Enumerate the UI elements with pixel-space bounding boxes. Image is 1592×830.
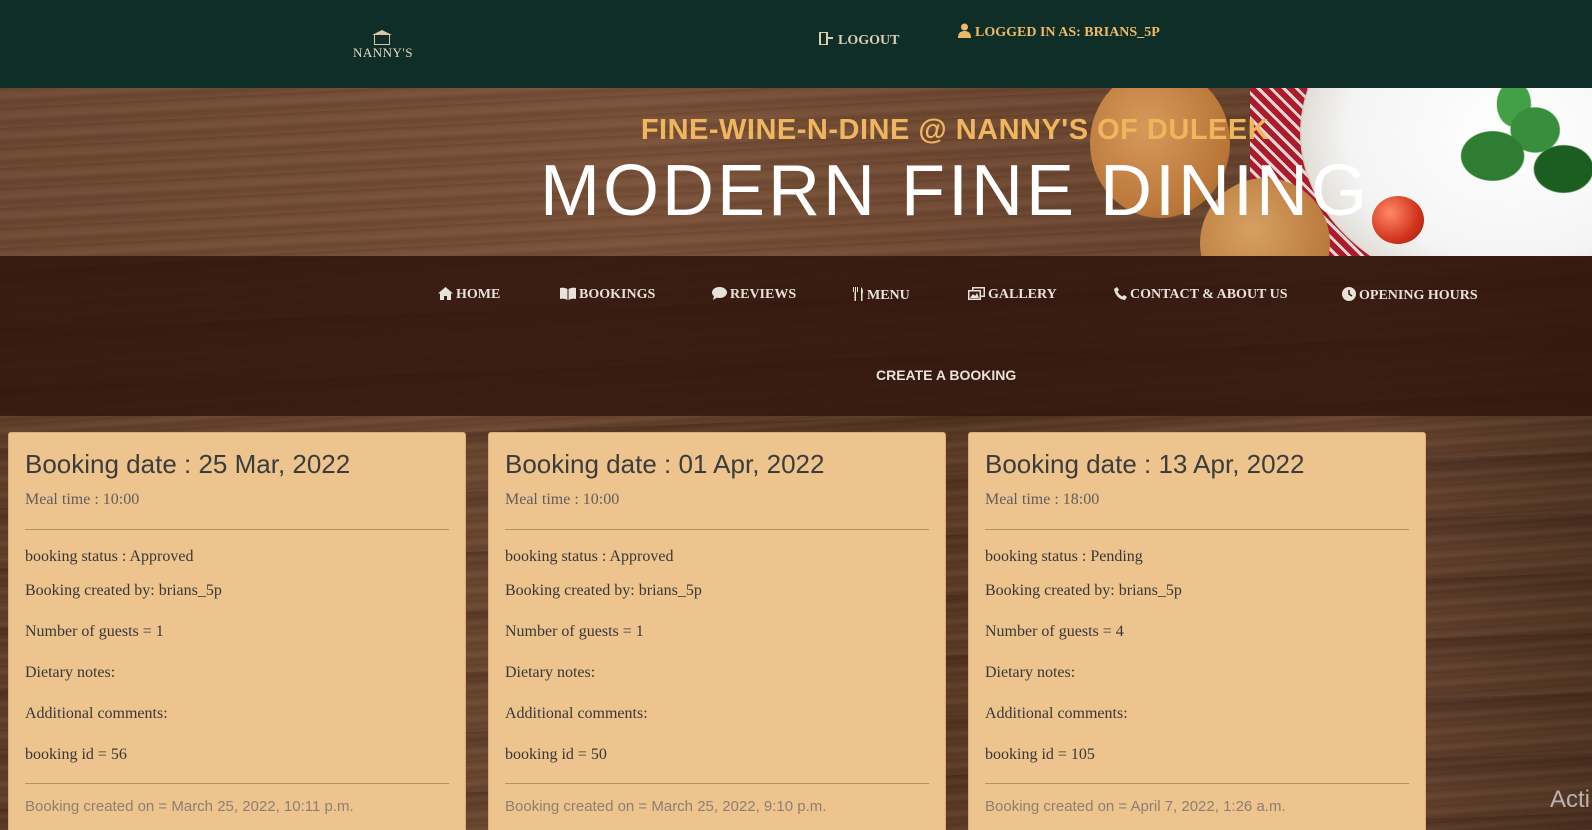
booking-id: booking id = 105 — [985, 746, 1095, 763]
booking-created-on: Booking created on = March 25, 2022, 10:… — [25, 798, 354, 815]
hero-title: MODERN FINE DINING — [540, 151, 1371, 231]
nav-item-opening-hours[interactable]: OPENING HOURS — [1342, 287, 1478, 306]
booking-date: Booking date : 25 Mar, 2022 — [25, 449, 351, 479]
logout-link[interactable]: LOGOUT — [818, 31, 899, 51]
logout-label: LOGOUT — [838, 33, 900, 48]
booking-id: booking id = 56 — [25, 746, 127, 763]
nav-item-reviews[interactable]: REVIEWS — [712, 287, 796, 305]
logged-in-user: LOGGED IN AS: BRIANS_5P — [958, 23, 1160, 43]
booking-status: booking status : Pending — [985, 548, 1143, 565]
clock-icon — [1342, 287, 1356, 306]
guest-count: Number of guests = 4 — [985, 623, 1124, 640]
divider — [985, 783, 1409, 784]
meal-time: Meal time : 18:00 — [985, 491, 1100, 508]
booking-created-by: Booking created by: brians_5p — [985, 582, 1182, 599]
door-icon — [818, 31, 834, 51]
booking-id: booking id = 50 — [505, 746, 607, 763]
booking-created-on: Booking created on = April 7, 2022, 1:26… — [985, 798, 1286, 815]
guest-count: Number of guests = 1 — [505, 623, 644, 640]
create-booking-link[interactable]: CREATE A BOOKING — [876, 367, 1036, 383]
nav-label: BOOKINGS — [579, 287, 656, 302]
booking-card: Booking date : 13 Apr, 2022 Meal time : … — [968, 432, 1426, 830]
booking-date: Booking date : 13 Apr, 2022 — [985, 449, 1305, 479]
cutlery-icon — [852, 287, 864, 306]
salad-leaves-image — [1450, 88, 1592, 208]
activate-windows-watermark: Acti — [1550, 786, 1591, 813]
nav-label: CONTACT & ABOUT US — [1130, 287, 1288, 302]
nav-item-home[interactable]: HOME — [438, 287, 500, 305]
nav-label: REVIEWS — [730, 287, 797, 302]
booking-status: booking status : Approved — [25, 548, 194, 565]
nav-label: GALLERY — [988, 287, 1057, 302]
user-icon — [958, 23, 971, 43]
additional-comments: Additional comments: — [985, 705, 1128, 722]
site-logo[interactable]: NANNY'S — [352, 30, 414, 62]
hero-banner: FINE-WINE-N-DINE @ NANNY'S OF DULEEK MOD… — [0, 88, 1592, 256]
nav-item-menu[interactable]: MENU — [852, 287, 910, 306]
tomato-image — [1372, 196, 1424, 244]
main-nav: HOME BOOKINGS REVIEWS MENU GALLERY CONTA… — [0, 256, 1592, 416]
book-icon — [560, 287, 576, 305]
booking-created-on: Booking created on = March 25, 2022, 9:1… — [505, 798, 827, 815]
divider — [25, 783, 449, 784]
dietary-notes: Dietary notes: — [505, 664, 596, 681]
nav-label: MENU — [867, 288, 910, 303]
divider — [25, 529, 449, 530]
comment-icon — [712, 287, 727, 305]
dietary-notes: Dietary notes: — [25, 664, 116, 681]
logged-in-label: LOGGED IN AS: BRIANS_5P — [975, 25, 1160, 40]
top-bar: NANNY'S LOGOUT LOGGED IN AS: BRIANS_5P — [0, 0, 1592, 88]
images-icon — [968, 287, 985, 305]
guest-count: Number of guests = 1 — [25, 623, 164, 640]
hero-subtitle: FINE-WINE-N-DINE @ NANNY'S OF DULEEK — [640, 114, 1270, 146]
divider — [505, 783, 929, 784]
additional-comments: Additional comments: — [25, 705, 168, 722]
divider — [505, 529, 929, 530]
booking-created-by: Booking created by: brians_5p — [505, 582, 702, 599]
booking-created-by: Booking created by: brians_5p — [25, 582, 222, 599]
divider — [985, 529, 1409, 530]
additional-comments: Additional comments: — [505, 705, 648, 722]
nav-item-contact[interactable]: CONTACT & ABOUT US — [1114, 287, 1288, 305]
dietary-notes: Dietary notes: — [985, 664, 1076, 681]
booking-date: Booking date : 01 Apr, 2022 — [505, 449, 825, 479]
home-icon — [438, 287, 453, 305]
booking-card: Booking date : 01 Apr, 2022 Meal time : … — [488, 432, 946, 830]
meal-time: Meal time : 10:00 — [505, 491, 620, 508]
nav-item-gallery[interactable]: GALLERY — [968, 287, 1057, 305]
phone-icon — [1114, 287, 1127, 305]
meal-time: Meal time : 10:00 — [25, 491, 140, 508]
booking-card: Booking date : 25 Mar, 2022 Meal time : … — [8, 432, 466, 830]
nav-label: HOME — [456, 287, 501, 302]
logo-text: NANNY'S — [352, 45, 413, 60]
nav-label: OPENING HOURS — [1359, 288, 1478, 303]
booking-status: booking status : Approved — [505, 548, 674, 565]
nav-item-bookings[interactable]: BOOKINGS — [560, 287, 655, 305]
house-icon — [372, 30, 392, 45]
